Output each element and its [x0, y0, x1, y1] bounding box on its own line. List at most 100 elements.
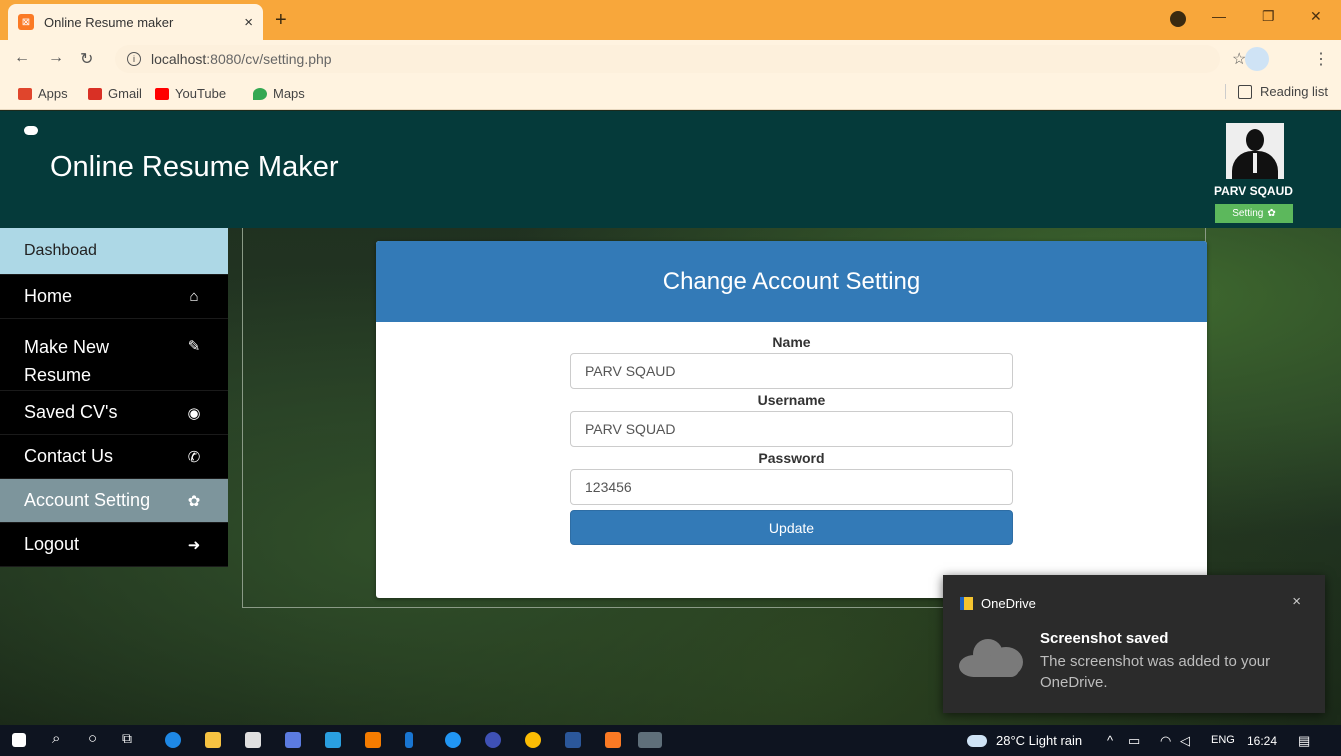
weather-cloud-icon: [967, 735, 987, 747]
gmail-icon: [88, 87, 102, 100]
app-icon[interactable]: [285, 732, 301, 748]
onedrive-notification[interactable]: OneDrive × Screenshot saved The screensh…: [943, 575, 1325, 713]
sidebar-item-label: Account Setting: [24, 490, 151, 510]
onedrive-cloud-icon: [959, 637, 1023, 677]
search-icon[interactable]: ⌕: [52, 730, 60, 747]
notification-title: Screenshot saved: [1040, 630, 1169, 647]
reading-list-button[interactable]: Reading list: [1225, 84, 1328, 99]
xampp-icon[interactable]: [605, 732, 621, 748]
profile-name: PARV SQAUD: [1214, 184, 1293, 198]
clock[interactable]: 16:24: [1247, 734, 1277, 748]
edge-icon[interactable]: [165, 732, 181, 748]
browser-profile-avatar[interactable]: [1245, 47, 1269, 71]
sidebar-item-contact-us[interactable]: Contact Us ✆: [0, 435, 228, 479]
browser-menu-icon[interactable]: ⋮: [1313, 49, 1329, 69]
tray-chevron-icon[interactable]: ^: [1107, 733, 1113, 748]
password-input[interactable]: [570, 469, 1013, 505]
browser-tab[interactable]: ⊠ Online Resume maker ×: [8, 4, 263, 40]
bookmark-youtube[interactable]: YouTube: [155, 86, 226, 101]
sidebar-item-dashboard[interactable]: Dashboad: [0, 228, 228, 275]
name-label: Name: [772, 334, 811, 350]
site-title: Online Resume Maker: [50, 151, 339, 183]
chrome-icon[interactable]: [525, 732, 541, 748]
sidebar-item-account-setting[interactable]: Account Setting ✿: [0, 479, 228, 523]
window-close-icon[interactable]: ✕: [1310, 8, 1322, 25]
browser-tabstrip: ⊠ Online Resume maker × + — ❐ ✕: [0, 0, 1341, 40]
app-icon[interactable]: [405, 732, 413, 748]
reading-list-label: Reading list: [1260, 84, 1328, 99]
weather-text[interactable]: 28°C Light rain: [996, 733, 1082, 748]
url-input[interactable]: i localhost:8080/cv/setting.php: [115, 45, 1220, 73]
gear-icon: ✿: [1267, 208, 1276, 219]
language-indicator[interactable]: ENG: [1211, 734, 1235, 746]
bookmark-label: YouTube: [175, 86, 227, 101]
account-setting-card: Change Account Setting Name Username Pas…: [376, 241, 1207, 598]
notification-app: OneDrive: [960, 596, 1036, 611]
new-tab-button[interactable]: +: [275, 9, 287, 32]
onedrive-app-icon: [960, 597, 973, 610]
reading-list-icon: [1238, 84, 1252, 99]
apps-grid-icon: [18, 87, 32, 100]
bookmark-label: Gmail: [108, 86, 142, 101]
address-bar-row: ← → ↻ i localhost:8080/cv/setting.php ☆ …: [0, 40, 1341, 78]
store-icon[interactable]: [245, 732, 261, 748]
xampp-favicon-icon: ⊠: [18, 14, 34, 30]
wifi-icon[interactable]: ◠: [1160, 733, 1171, 749]
tab-close-icon[interactable]: ×: [244, 14, 253, 31]
back-arrow-icon[interactable]: ←: [14, 49, 30, 67]
site-header: Online Resume Maker PARV SQAUD Setting ✿: [0, 111, 1341, 228]
volume-icon[interactable]: ◁: [1180, 733, 1190, 749]
edit-icon: ✎: [187, 338, 201, 355]
eclipse-icon[interactable]: [485, 732, 501, 748]
browser-extension-icon[interactable]: [1170, 11, 1186, 27]
home-icon: ⌂: [189, 288, 199, 305]
vlc-icon[interactable]: [365, 732, 381, 748]
sidebar-item-saved-cvs[interactable]: Saved CV's ◉: [0, 391, 228, 435]
notification-center-icon[interactable]: ▤: [1298, 733, 1310, 749]
sidebar-item-label: Contact Us: [24, 446, 114, 466]
mail-icon[interactable]: [325, 732, 341, 748]
sidebar-item-label: Logout: [24, 534, 80, 554]
forward-arrow-icon[interactable]: →: [48, 49, 64, 67]
sidebar-item-home[interactable]: Home ⌂: [0, 275, 228, 319]
bookmark-label: Maps: [273, 86, 305, 101]
user-circle-icon: ◉: [187, 404, 201, 422]
sidebar-item-label: Make New Resume: [24, 337, 110, 385]
reload-icon[interactable]: ↻: [80, 49, 93, 69]
notification-close-icon[interactable]: ×: [1292, 593, 1301, 610]
bookmark-gmail[interactable]: Gmail: [88, 86, 142, 101]
name-input[interactable]: [570, 353, 1013, 389]
restore-icon[interactable]: ❐: [1262, 8, 1275, 25]
password-label: Password: [758, 450, 825, 466]
url-host: localhost: [151, 51, 207, 67]
setting-button[interactable]: Setting ✿: [1215, 204, 1293, 223]
task-view-icon[interactable]: ⧉: [122, 730, 132, 747]
minimize-icon[interactable]: —: [1212, 8, 1226, 24]
url-path: :8080/cv/setting.php: [206, 51, 332, 67]
bookmark-maps[interactable]: Maps: [253, 86, 305, 101]
notification-message: The screenshot was added to your OneDriv…: [1040, 653, 1271, 691]
bookmark-label: Apps: [38, 86, 68, 101]
sidebar-item-logout[interactable]: Logout ➜: [0, 523, 228, 567]
username-input[interactable]: [570, 411, 1013, 447]
bookmark-apps[interactable]: Apps: [18, 86, 68, 101]
sidebar-item-make-new-resume[interactable]: Make New Resume ✎: [0, 319, 228, 391]
update-button[interactable]: Update: [570, 510, 1013, 545]
windows-start-icon[interactable]: [12, 733, 26, 747]
sidebar: Dashboad Home ⌂ Make New Resume ✎ Saved …: [0, 228, 228, 567]
chrome-active-icon[interactable]: [638, 732, 662, 748]
cloud-icon: [24, 126, 38, 135]
battery-icon[interactable]: ▭: [1128, 733, 1140, 749]
sidebar-item-label: Dashboad: [24, 242, 97, 259]
maps-icon: [253, 87, 267, 100]
phone-icon: ✆: [187, 448, 201, 466]
site-info-icon[interactable]: i: [127, 52, 141, 66]
app-icon[interactable]: [445, 732, 461, 748]
windows-taskbar: ⌕ ○ ⧉ 28°C Light rain ^ ▭ ◠ ◁ ENG 16:24 …: [0, 725, 1341, 756]
gear-icon: ✿: [187, 492, 201, 510]
word-icon[interactable]: [565, 732, 581, 748]
card-title: Change Account Setting: [376, 241, 1207, 322]
sidebar-item-label: Home: [24, 286, 73, 306]
file-explorer-icon[interactable]: [205, 732, 221, 748]
cortana-icon[interactable]: ○: [88, 730, 97, 747]
